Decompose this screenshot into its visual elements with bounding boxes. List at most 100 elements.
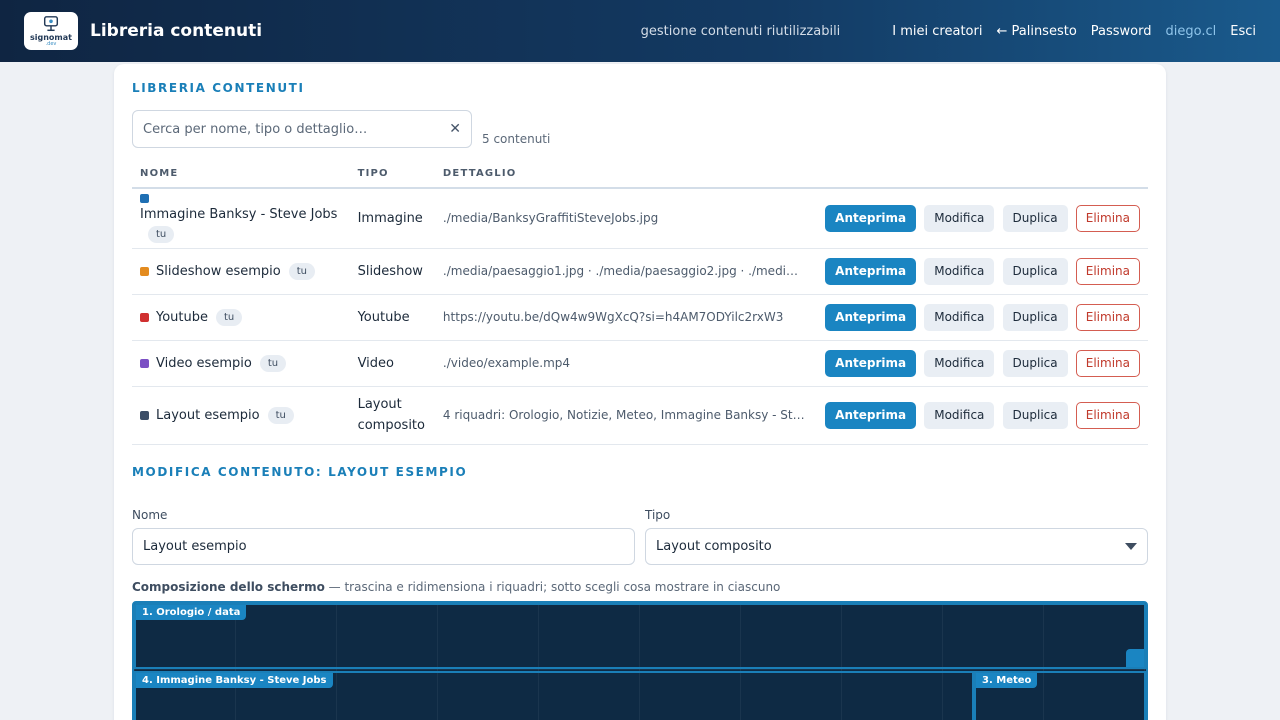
name-wrap: Layout esempio tu (140, 406, 342, 424)
type-select[interactable]: Layout composito (645, 528, 1148, 565)
cell-name: Layout esempio tu (132, 386, 350, 445)
cell-name: Video esempio tu (132, 340, 350, 387)
detail-text: ./media/BanksyGraffitiSteveJobs.jpg (442, 211, 659, 226)
content-table: NOME TIPO DETTAGLIO Immagine Banksy - St… (132, 160, 1148, 445)
table-row[interactable]: Slideshow esempio tu Slideshow ./media/p… (132, 248, 1148, 295)
content-name: Immagine Banksy - Steve Jobs (140, 206, 338, 222)
content-name: Youtube (156, 309, 208, 325)
detail-text: ./video/example.mp4 (442, 356, 571, 370)
nav-link-password[interactable]: Password (1091, 24, 1152, 39)
region-clock[interactable]: 1. Orologio / data (134, 603, 1146, 669)
cell-type: Layout composito (349, 386, 435, 445)
column-header-detail[interactable]: DETTAGLIO (434, 160, 814, 189)
cell-detail: ./video/example.mp4 (434, 340, 814, 387)
edit-button[interactable]: Modifica (924, 257, 995, 285)
duplicate-button[interactable]: Duplica (1002, 349, 1068, 377)
color-dot (140, 312, 149, 322)
editor-section-title: MODIFICA CONTENUTO: LAYOUT ESEMPIO (132, 465, 468, 479)
search-input[interactable] (143, 121, 450, 137)
detail-text: https://youtu.be/dQw4w9WgXcQ?si=h4AM7ODY… (442, 310, 784, 324)
duplicate-button[interactable]: Duplica (1002, 401, 1068, 429)
region-image[interactable]: 4. Immagine Banksy - Steve Jobs (134, 671, 974, 720)
cell-detail: 4 riquadri: Orologio, Notizie, Meteo, Im… (434, 386, 814, 445)
layout-canvas[interactable]: 1. Orologio / data 4. Immagine Banksy - … (132, 601, 1148, 720)
chevron-down-icon (1125, 543, 1137, 550)
owner-badge: tu (288, 262, 315, 280)
owner-badge: tu (267, 406, 294, 424)
edit-button[interactable]: Modifica (924, 349, 995, 377)
header-subtitle: gestione contenuti riutilizzabili (640, 23, 841, 39)
color-dot (140, 266, 149, 276)
library-section-title: LIBRERIA CONTENUTI (132, 81, 305, 95)
cell-name: Immagine Banksy - Steve Jobs tu (132, 188, 350, 249)
user-name[interactable]: diego.cl (1166, 24, 1217, 39)
top-nav: gestione contenuti riutilizzabili I miei… (641, 24, 1256, 39)
column-header-type[interactable]: TIPO (349, 160, 435, 189)
duplicate-button[interactable]: Duplica (1002, 303, 1068, 331)
preview-button[interactable]: Anteprima (825, 257, 917, 285)
type-select-value: Layout composito (656, 539, 772, 554)
region-weather[interactable]: 3. Meteo (974, 671, 1146, 720)
app-title: Libreria contenuti (90, 21, 263, 41)
cell-actions: Anteprima Modifica Duplica Elimina (813, 386, 1148, 445)
name-wrap: Video esempio tu (140, 354, 342, 372)
logout-link[interactable]: Esci (1230, 24, 1256, 39)
color-dot (140, 410, 149, 420)
nav-link-creators[interactable]: I miei creatori (892, 24, 982, 39)
cell-actions: Anteprima Modifica Duplica Elimina (813, 248, 1148, 295)
duplicate-button[interactable]: Duplica (1002, 204, 1068, 232)
name-wrap: Immagine Banksy - Steve Jobs tu (140, 193, 340, 243)
content-count: 5 contenuti (482, 132, 551, 146)
preview-button[interactable]: Anteprima (825, 349, 917, 377)
cell-actions: Anteprima Modifica Duplica Elimina (813, 294, 1148, 341)
composition-hint: — trascina e ridimensiona i riquadri; so… (328, 580, 781, 594)
name-field[interactable]: Layout esempio (132, 528, 635, 565)
delete-button[interactable]: Elimina (1075, 303, 1140, 331)
library-card: LIBRERIA CONTENUTI ✕ 5 contenuti NOME TI… (114, 64, 1166, 720)
delete-button[interactable]: Elimina (1075, 257, 1140, 285)
signomat-logo-icon (43, 16, 59, 32)
table-header-row: NOME TIPO DETTAGLIO (132, 160, 1148, 189)
delete-button[interactable]: Elimina (1075, 349, 1140, 377)
color-dot (140, 358, 149, 368)
app-logo[interactable]: signomat .dev (24, 12, 78, 50)
clear-search-icon[interactable]: ✕ (449, 121, 461, 137)
delete-button[interactable]: Elimina (1075, 204, 1140, 232)
edit-button[interactable]: Modifica (924, 204, 995, 232)
color-dot (140, 193, 149, 203)
name-wrap: Youtube tu (140, 308, 342, 326)
search-box: ✕ (132, 110, 472, 148)
detail-text: 4 riquadri: Orologio, Notizie, Meteo, Im… (442, 408, 805, 422)
preview-button[interactable]: Anteprima (825, 204, 917, 232)
resize-handle[interactable] (1126, 649, 1144, 667)
cell-name: Slideshow esempio tu (132, 248, 350, 295)
cell-type: Youtube (349, 294, 435, 341)
table-row[interactable]: Youtube tu Youtube https://youtu.be/dQw4… (132, 294, 1148, 341)
cell-detail: https://youtu.be/dQw4w9WgXcQ?si=h4AM7ODY… (434, 294, 814, 341)
top-bar: signomat .dev Libreria contenuti gestion… (0, 0, 1280, 62)
owner-badge: tu (216, 308, 243, 326)
nav-link-schedule[interactable]: ← Palinsesto (996, 24, 1076, 39)
cell-actions: Anteprima Modifica Duplica Elimina (813, 340, 1148, 387)
owner-badge: tu (148, 225, 175, 243)
cell-detail: ./media/paesaggio1.jpg · ./media/paesagg… (434, 248, 814, 295)
type-label: Tipo (645, 508, 671, 522)
cell-name: Youtube tu (132, 294, 350, 341)
duplicate-button[interactable]: Duplica (1002, 257, 1068, 285)
table-row[interactable]: Immagine Banksy - Steve Jobs tu Immagine… (132, 188, 1148, 249)
preview-button[interactable]: Anteprima (825, 401, 917, 429)
region-clock-label: 1. Orologio / data (136, 605, 247, 620)
preview-button[interactable]: Anteprima (825, 303, 917, 331)
column-header-name[interactable]: NOME (132, 160, 350, 189)
content-name: Video esempio (156, 355, 252, 371)
delete-button[interactable]: Elimina (1075, 401, 1140, 429)
table-row[interactable]: Video esempio tu Video ./video/example.m… (132, 340, 1148, 387)
composition-label: Composizione dello schermo — trascina e … (132, 580, 780, 594)
edit-button[interactable]: Modifica (924, 401, 995, 429)
cell-type: Immagine (349, 188, 435, 249)
table-row[interactable]: Layout esempio tu Layout composito 4 riq… (132, 386, 1148, 445)
region-weather-label: 3. Meteo (976, 673, 1038, 688)
name-label: Nome (132, 508, 168, 522)
name-wrap: Slideshow esempio tu (140, 262, 342, 280)
edit-button[interactable]: Modifica (924, 303, 995, 331)
